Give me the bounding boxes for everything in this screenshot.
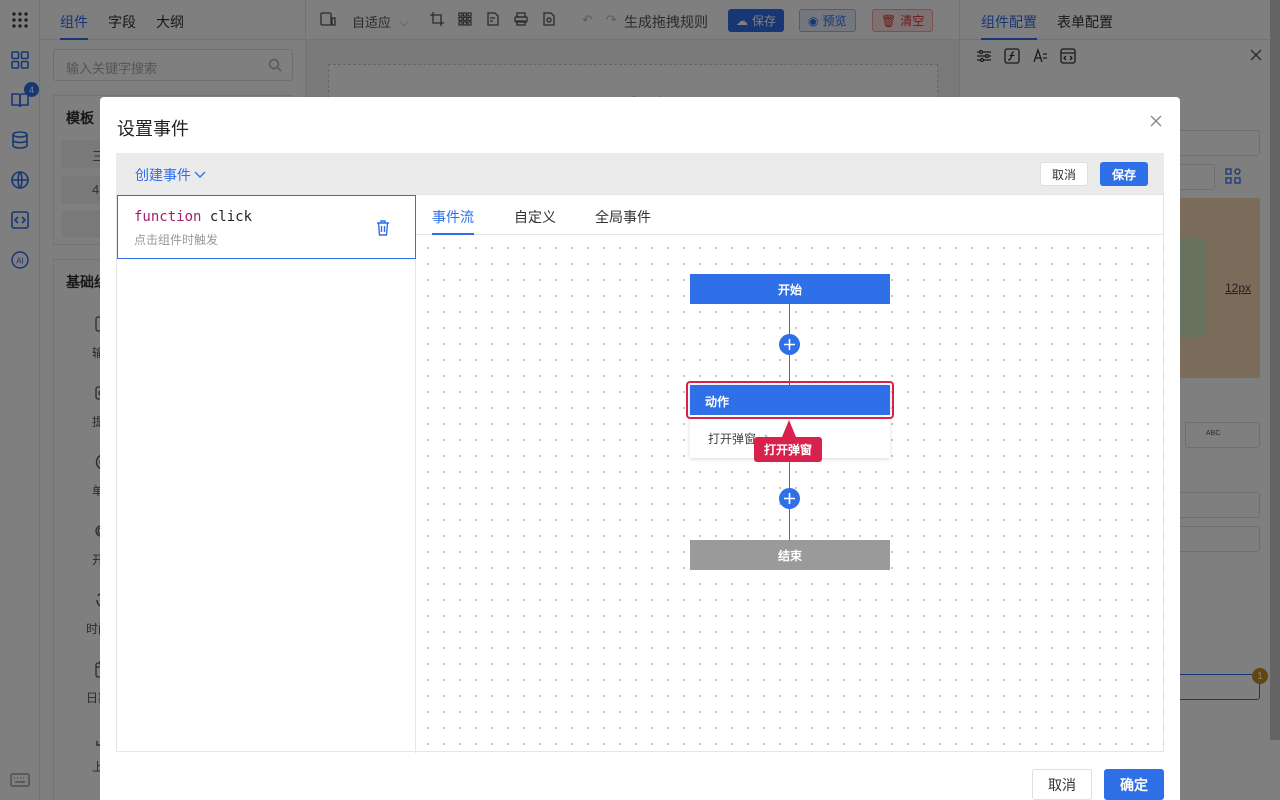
event-editor: function click 点击组件时触发 事件流 自定义 全局事件 开始 动… [116, 194, 1164, 753]
tooltip-arrow [782, 420, 796, 437]
bar-cancel-button[interactable]: 取消 [1040, 162, 1088, 186]
event-signature: function click [134, 209, 252, 225]
create-event-dropdown[interactable]: 创建事件 [135, 165, 206, 185]
footer-ok-button[interactable]: 确定 [1104, 769, 1164, 800]
bar-save-button[interactable]: 保存 [1100, 162, 1148, 186]
delete-icon[interactable] [376, 220, 390, 239]
tab-global-events[interactable]: 全局事件 [595, 207, 651, 227]
event-description: 点击组件时触发 [134, 233, 219, 247]
tab-custom[interactable]: 自定义 [514, 207, 556, 227]
create-event-label: 创建事件 [135, 167, 191, 183]
event-keyword: function [134, 209, 202, 225]
tab-event-flow[interactable]: 事件流 [432, 207, 474, 235]
close-icon[interactable] [1148, 113, 1164, 129]
tooltip: 打开弹窗 [754, 437, 823, 462]
event-list: function click 点击组件时触发 [117, 195, 416, 753]
event-name: click [209, 209, 253, 225]
footer-cancel-button[interactable]: 取消 [1032, 769, 1092, 800]
event-item-click[interactable]: function click 点击组件时触发 [117, 195, 416, 259]
highlight-box [686, 381, 894, 419]
event-toolbar: 创建事件 取消 保存 [116, 153, 1164, 194]
add-step-button[interactable] [779, 488, 800, 509]
action-detail-label: 打开弹窗 [708, 432, 757, 446]
flow-end-node[interactable]: 结束 [690, 540, 890, 570]
modal-title: 设置事件 [117, 119, 189, 139]
flow-start-node[interactable]: 开始 [690, 274, 890, 304]
flow-tabs: 事件流 自定义 全局事件 [416, 195, 1164, 235]
add-step-button[interactable] [779, 334, 800, 355]
chevron-down-icon [194, 171, 206, 178]
event-settings-modal: 设置事件 创建事件 取消 保存 function click 点击组件时触发 事… [100, 97, 1180, 800]
flow-canvas[interactable]: 开始 动作 打开弹窗 打开弹窗 结束 [416, 236, 1164, 752]
flow-area: 事件流 自定义 全局事件 开始 动作 打开弹窗 打开弹窗 结束 [416, 195, 1164, 752]
